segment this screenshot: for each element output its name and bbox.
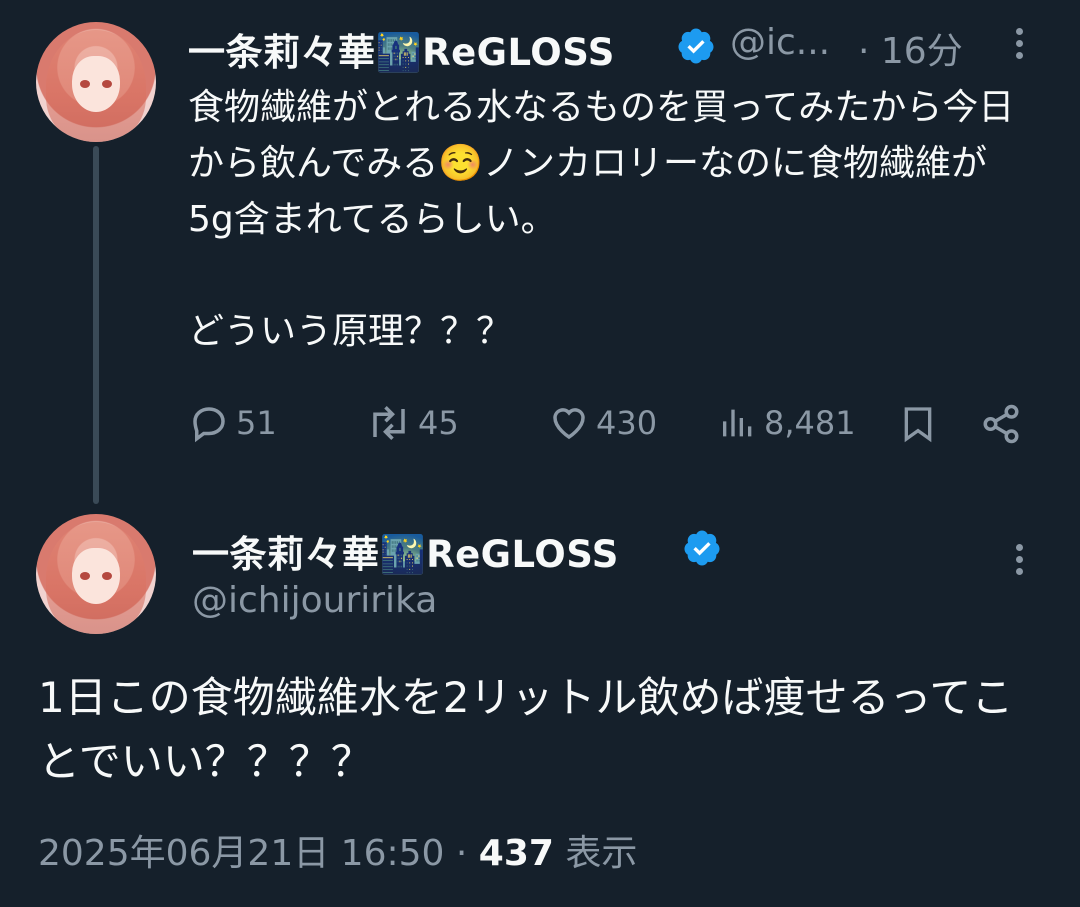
display-name[interactable]: 一条莉々華🌃ReGLOSS <box>192 524 619 578</box>
reply-icon <box>193 407 225 443</box>
avatar[interactable] <box>36 514 156 634</box>
city-night-emoji: 🌃 <box>379 533 427 576</box>
avatar[interactable] <box>36 22 156 142</box>
verified-badge-icon <box>684 530 720 566</box>
bookmark-icon[interactable] <box>898 402 938 446</box>
handle[interactable]: @ichijouririka <box>192 580 437 621</box>
views-count: 8,481 <box>764 404 856 442</box>
thread-connector-line <box>93 146 99 504</box>
view-label: 表示 <box>565 833 638 874</box>
post-time[interactable]: · 16分 <box>858 22 963 74</box>
share-icon[interactable] <box>980 402 1022 446</box>
city-night-emoji: 🌃 <box>375 31 423 74</box>
display-name[interactable]: 一条莉々華🌃ReGLOSS <box>188 22 615 76</box>
timestamp[interactable]: 2025年06月21日 16:50 <box>38 833 444 874</box>
views-icon <box>723 409 752 437</box>
like-icon <box>553 408 585 440</box>
verified-badge-icon <box>678 28 714 64</box>
retweet-count: 45 <box>418 404 459 442</box>
like-button[interactable]: 430 <box>548 402 657 444</box>
handle[interactable]: @ic... <box>730 22 830 63</box>
like-count: 430 <box>596 404 658 442</box>
retweet-icon <box>373 406 405 440</box>
post-meta: 2025年06月21日 16:50 · 437 表示 <box>38 824 637 876</box>
reply-count: 51 <box>236 404 277 442</box>
reply-button[interactable]: 51 <box>188 402 277 444</box>
view-count: 437 <box>478 833 554 874</box>
tweet-text: 1日この食物繊維水を2リットル飲めば痩せるってことでいい？？？？ <box>38 673 1014 786</box>
more-options-icon[interactable] <box>1016 28 1024 64</box>
retweet-button[interactable]: 45 <box>366 402 459 444</box>
tweet-text: 食物繊維がとれる水なるものを買ってみたから今日から飲んでみる☺️ノンカロリーなの… <box>188 87 1015 352</box>
more-options-icon[interactable] <box>1016 544 1024 580</box>
views-button[interactable]: 8,481 <box>718 402 856 444</box>
separator: · <box>455 833 468 874</box>
